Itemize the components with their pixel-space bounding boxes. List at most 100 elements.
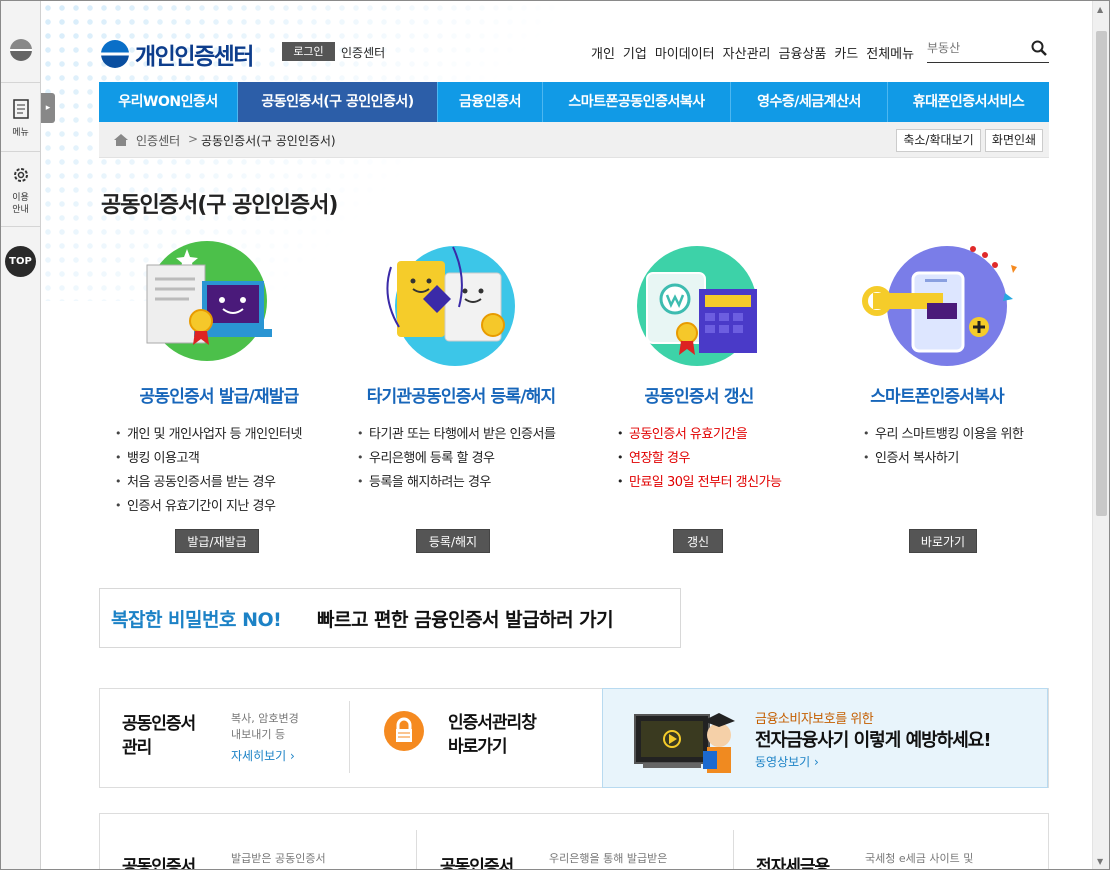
- banner-text: 빠르고 편한 금융인증서 발급하러 가기: [317, 609, 614, 631]
- gnb-item-products[interactable]: 금융상품: [779, 43, 827, 62]
- global-nav: 개인 기업 마이데이터 자산관리 금융상품 카드 전체메뉴: [591, 43, 914, 62]
- search-icon[interactable]: [1031, 40, 1047, 56]
- list-item: 처음 공동인증서를 받는 경우: [115, 470, 302, 495]
- finance-cert-banner[interactable]: 복잡한 비밀번호 NO! 빠르고 편한 금융인증서 발급하러 가기: [99, 588, 681, 648]
- sidebar-logo-block: [1, 1, 40, 83]
- divider: [349, 701, 350, 773]
- logo-text: 개인인증센터: [135, 44, 254, 70]
- zoom-button[interactable]: 축소/확대보기: [896, 129, 981, 152]
- breadcrumb-separator: >: [188, 132, 199, 146]
- home-icon[interactable]: [114, 134, 128, 146]
- bottom-desc-2: 우리은행을 통해 발급받은: [549, 852, 668, 865]
- list-item: 인증서 유효기간이 지난 경우: [115, 494, 302, 519]
- video-professor-icon: [634, 713, 735, 773]
- sidebar-menu-button[interactable]: 메뉴: [1, 84, 40, 152]
- list-item: 공동인증서 유효기간을: [617, 422, 782, 447]
- cert-window-link[interactable]: 인증서관리창바로가기: [448, 711, 537, 759]
- bottom-title-2[interactable]: 공동인증서: [440, 852, 514, 869]
- issue-button[interactable]: 발급/재발급: [175, 529, 259, 553]
- list-item: 인증서 복사하기: [863, 446, 1023, 471]
- manage-desc-line1: 복사, 암호변경: [231, 712, 299, 725]
- tab-receipt-tax[interactable]: 영수증/세금계산서: [731, 82, 888, 122]
- cert-window-line2: 바로가기: [448, 737, 508, 757]
- list-item: 연장할 경우: [617, 446, 782, 471]
- browser-frame: 메뉴 이용 안내 TOP ▸ 개인인증센터 로그인 인증센터 개인 기업 마이데…: [0, 0, 1110, 870]
- document-icon: [13, 99, 29, 119]
- bottom-title-3[interactable]: 전자세금용: [756, 852, 830, 869]
- bank-logo-icon[interactable]: [10, 39, 32, 61]
- promo-video-link[interactable]: 동영상보기 ›: [755, 753, 819, 770]
- bottom-desc-1: 발급받은 공동인증서: [231, 852, 326, 865]
- fraud-prevention-promo[interactable]: 금융소비자보호를 위한 전자금융사기 이렇게 예방하세요! 동영상보기 ›: [602, 688, 1048, 788]
- bottom-desc-3: 국세청 e세금 사이트 및: [865, 852, 974, 865]
- divider: [416, 830, 417, 869]
- promo-title: 전자금융사기 이렇게 예방하세요!: [755, 730, 992, 751]
- scroll-top-button[interactable]: TOP: [5, 246, 36, 277]
- promo-subtitle: 금융소비자보호를 위한: [755, 712, 874, 727]
- renew-button[interactable]: 갱신: [673, 529, 723, 553]
- quick-sidebar: 메뉴 이용 안내 TOP: [1, 1, 41, 869]
- gnb-item-corporate[interactable]: 기업: [623, 43, 647, 62]
- service-copy-title[interactable]: 스마트폰인증서복사: [817, 382, 1057, 407]
- smartphone-copy-icon: [862, 246, 1017, 366]
- sidebar-toggle-icon[interactable]: ▸: [41, 93, 55, 123]
- vertical-scrollbar[interactable]: ▲ ▼: [1092, 1, 1109, 869]
- service-issue-title[interactable]: 공동인증서 발급/재발급: [99, 382, 339, 407]
- gnb-item-personal[interactable]: 개인: [591, 43, 615, 62]
- manage-title-line1: 공동인증서: [122, 714, 196, 734]
- breadcrumb-home[interactable]: 인증센터: [136, 132, 180, 149]
- gear-icon: [14, 168, 28, 182]
- divider: [733, 830, 734, 869]
- tab-joint-cert[interactable]: 공동인증서(구 공인인증서): [238, 82, 438, 122]
- manage-detail-link[interactable]: 자세히보기 ›: [231, 747, 295, 764]
- list-item: 우리은행에 등록 할 경우: [357, 446, 555, 471]
- cert-window-line1: 인증서관리창: [448, 713, 537, 733]
- certificate-scroll-icon: [386, 246, 515, 366]
- renew-certificate-icon: [637, 246, 757, 366]
- list-item: 만료일 30일 전부터 갱신가능: [617, 470, 782, 495]
- manage-desc: 복사, 암호변경 내보내기 등: [231, 711, 299, 743]
- list-item: 우리 스마트뱅킹 이용을 위한: [863, 422, 1024, 447]
- cert-center-link[interactable]: 인증센터: [341, 44, 385, 61]
- tab-mobile-cert[interactable]: 휴대폰인증서서비스: [888, 82, 1049, 122]
- service-copy-list: 우리 스마트뱅킹 이용을 위한 인증서 복사하기: [863, 422, 1024, 471]
- scrollbar-thumb[interactable]: [1096, 31, 1107, 516]
- sidebar-guide-label2: 안내: [12, 205, 29, 215]
- banner-highlight: 복잡한 비밀번호 NO!: [111, 609, 282, 631]
- print-button[interactable]: 화면인쇄: [985, 129, 1043, 152]
- list-item: 등록을 해지하려는 경우: [357, 470, 555, 495]
- search-box: [927, 35, 1049, 63]
- copy-go-button[interactable]: 바로가기: [909, 529, 977, 553]
- cert-tab-bar: 우리WON인증서 공동인증서(구 공인인증서) 금융인증서 스마트폰공동인증서복…: [99, 82, 1049, 122]
- globe-logo-icon: [101, 40, 129, 68]
- gnb-item-allmenu[interactable]: 전체메뉴: [866, 43, 914, 62]
- bottom-title-1[interactable]: 공동인증서: [122, 852, 196, 869]
- tab-won-cert[interactable]: 우리WON인증서: [99, 82, 238, 122]
- service-issue-list: 개인 및 개인사업자 등 개인인터넷 뱅킹 이용고객 처음 공동인증서를 받는 …: [115, 422, 302, 519]
- breadcrumb: 인증센터 > 공동인증서(구 공인인증서) 축소/확대보기 화면인쇄: [99, 122, 1049, 158]
- bottom-panel: 공동인증서 발급받은 공동인증서 공동인증서 우리은행을 통해 발급받은 전자세…: [99, 813, 1049, 869]
- manage-title: 공동인증서관리: [122, 712, 196, 760]
- sidebar-guide-button[interactable]: 이용 안내: [1, 153, 40, 227]
- gnb-item-card[interactable]: 카드: [834, 43, 858, 62]
- tab-finance-cert[interactable]: 금융인증서: [438, 82, 543, 122]
- tab-smartphone-copy[interactable]: 스마트폰공동인증서복사: [543, 82, 731, 122]
- service-register-title[interactable]: 타기관공동인증서 등록/해지: [341, 382, 581, 407]
- sidebar-menu-label: 메뉴: [12, 128, 29, 138]
- gnb-item-mydata[interactable]: 마이데이터: [655, 43, 715, 62]
- page-title: 공동인증서(구 공인인증서): [101, 193, 338, 218]
- manage-title-line2: 관리: [122, 738, 152, 758]
- login-button[interactable]: 로그인: [282, 42, 335, 61]
- search-input[interactable]: [927, 35, 1022, 61]
- laptop-certificate-icon: [146, 241, 272, 361]
- scroll-down-icon[interactable]: ▼: [1097, 857, 1103, 866]
- lock-icon[interactable]: [384, 711, 424, 751]
- site-logo[interactable]: 개인인증센터: [101, 37, 254, 71]
- register-button[interactable]: 등록/해지: [416, 529, 490, 553]
- gnb-item-assets[interactable]: 자산관리: [723, 43, 771, 62]
- service-renew-title[interactable]: 공동인증서 갱신: [579, 382, 819, 407]
- cert-manage-panel: 공동인증서관리 복사, 암호변경 내보내기 등 자세히보기 › 인증서관리창바로가…: [99, 688, 1049, 788]
- list-item: 타기관 또는 타행에서 받은 인증서를: [357, 422, 556, 447]
- list-item: 뱅킹 이용고객: [115, 446, 302, 471]
- scroll-up-icon[interactable]: ▲: [1097, 5, 1103, 14]
